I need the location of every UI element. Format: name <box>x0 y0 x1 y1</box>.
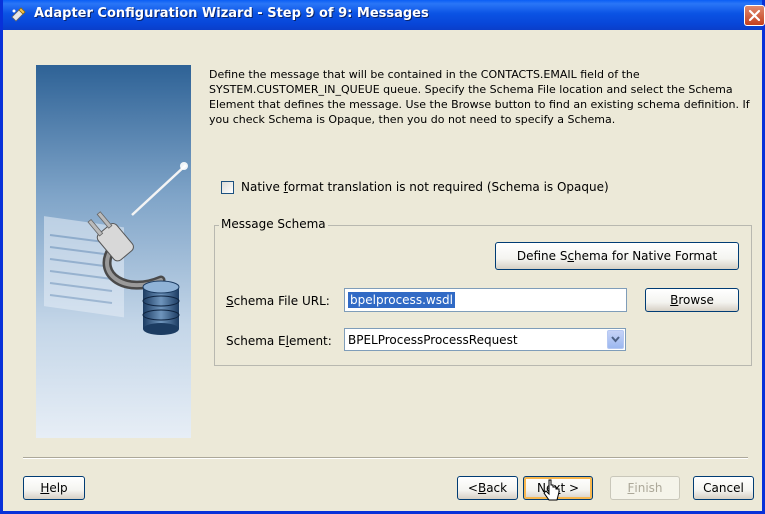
schema-file-url-label: Schema File URL: <box>226 294 330 308</box>
mouse-pointer-icon <box>543 479 560 501</box>
wizard-window: Adapter Configuration Wizard - Step 9 of… <box>0 0 765 514</box>
cancel-button[interactable]: Cancel <box>693 476 754 500</box>
close-icon <box>748 9 761 22</box>
finish-button[interactable]: Finish <box>610 476 680 500</box>
schema-element-label: Schema Element: <box>226 334 332 348</box>
message-schema-legend: Message Schema <box>219 217 328 231</box>
opaque-schema-label[interactable]: Native format translation is not require… <box>241 180 609 194</box>
dropdown-arrow[interactable] <box>607 330 624 349</box>
window-title: Adapter Configuration Wizard - Step 9 of… <box>34 6 429 21</box>
instructions-text: Define the message that will be containe… <box>209 68 750 126</box>
close-button[interactable] <box>744 5 765 26</box>
define-schema-button[interactable]: Define Sc hema for Native Format <box>495 242 739 270</box>
browse-button[interactable]: Browse <box>645 288 739 312</box>
help-button[interactable]: Help <box>23 476 85 500</box>
chevron-down-icon <box>611 336 620 343</box>
schema-file-url-value: bpelprocess.wsdl <box>348 292 455 308</box>
footer-separator <box>23 457 748 459</box>
schema-element-select[interactable]: BPELProcessProcessRequest <box>344 328 626 351</box>
back-button[interactable]: < Back <box>457 476 518 500</box>
schema-element-value: BPELProcessProcessRequest <box>348 333 518 347</box>
opaque-schema-checkbox[interactable] <box>221 181 234 194</box>
wizard-icon <box>11 7 26 22</box>
wizard-side-graphic <box>36 65 191 438</box>
schema-file-url-input[interactable]: bpelprocess.wsdl <box>344 288 627 312</box>
title-bar[interactable]: Adapter Configuration Wizard - Step 9 of… <box>3 0 765 30</box>
